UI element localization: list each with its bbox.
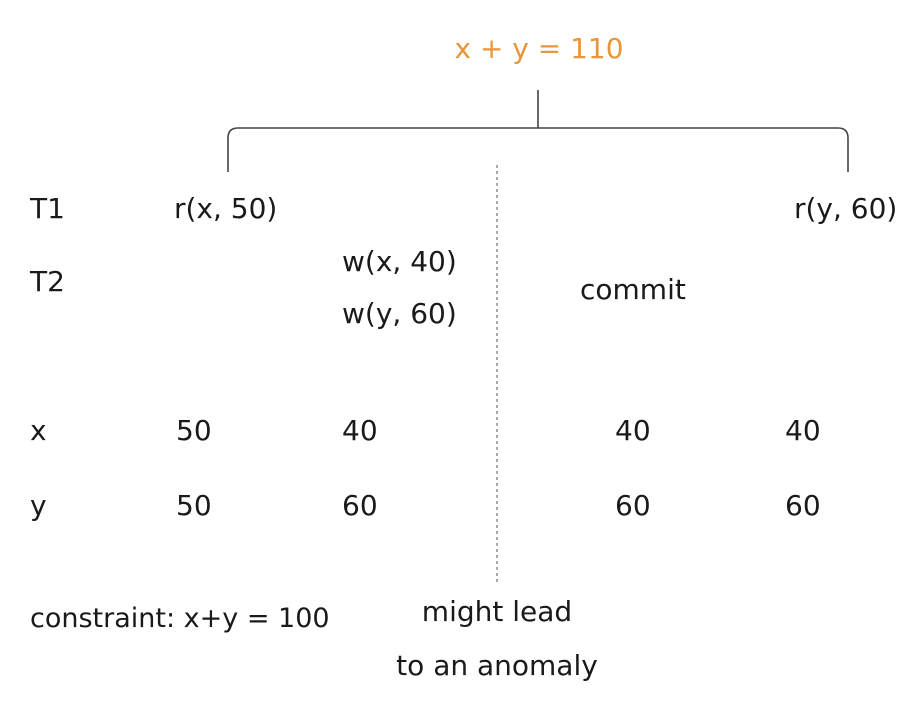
y-value-4: 60	[785, 489, 821, 522]
constraint-label: constraint: x+y = 100	[30, 603, 330, 634]
row-label-t2: T2	[30, 265, 65, 298]
t1-read-y: r(y, 60)	[794, 192, 898, 225]
x-value-4: 40	[785, 414, 821, 447]
t1-read-x: r(x, 50)	[174, 192, 278, 225]
anomaly-note-line2: to an anomaly	[396, 649, 598, 682]
y-value-3: 60	[615, 489, 651, 522]
sum-label: x + y = 110	[454, 32, 624, 65]
anomaly-note-line1: might lead	[421, 595, 573, 628]
row-label-y: y	[30, 489, 47, 522]
t2-write-y: w(y, 60)	[342, 297, 457, 330]
x-value-1: 50	[176, 414, 212, 447]
y-value-2: 60	[342, 489, 378, 522]
t2-write-x: w(x, 40)	[342, 245, 457, 278]
sum-bracket	[227, 127, 849, 172]
row-label-t1: T1	[30, 192, 65, 225]
y-value-1: 50	[176, 489, 212, 522]
t2-commit: commit	[580, 273, 686, 306]
x-value-3: 40	[615, 414, 651, 447]
row-label-x: x	[30, 414, 47, 447]
x-value-2: 40	[342, 414, 378, 447]
